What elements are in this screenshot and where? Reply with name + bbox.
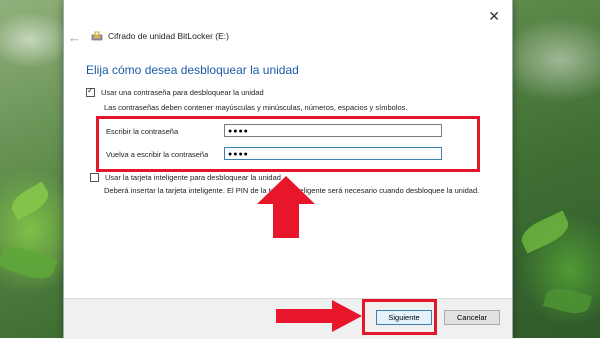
leaf-decoration <box>542 284 593 318</box>
close-icon[interactable]: ✕ <box>488 8 500 25</box>
smartcard-option[interactable]: Usar la tarjeta inteligente para desbloq… <box>90 173 281 182</box>
back-arrow-icon[interactable]: ← <box>68 30 81 45</box>
leaf-decoration <box>0 241 58 285</box>
leaf-decoration <box>7 181 53 221</box>
smartcard-checkbox[interactable] <box>90 173 99 182</box>
leaf-decoration <box>517 210 573 254</box>
bitlocker-drive-icon <box>91 31 103 41</box>
red-arrow-icon <box>257 176 315 238</box>
password-option[interactable]: Usar una contraseña para desbloquear la … <box>86 86 264 97</box>
red-arrow-icon <box>276 300 362 332</box>
bitlocker-dialog: ✕ ← Cifrado de unidad BitLocker (E:) Eli… <box>63 0 513 339</box>
page-heading: Elija cómo desea desbloquear la unidad <box>86 63 299 77</box>
window-title: Cifrado de unidad BitLocker (E:) <box>108 31 229 41</box>
password-requirements-text: Las contraseñas deben contener mayúscula… <box>104 103 408 112</box>
smartcard-option-label: Usar la tarjeta inteligente para desbloq… <box>105 173 281 182</box>
next-highlight-box <box>362 299 437 335</box>
password-option-label: Usar una contraseña para desbloquear la … <box>101 88 264 97</box>
cancel-button[interactable]: Cancelar <box>444 310 500 325</box>
title-bar: Cifrado de unidad BitLocker (E:) <box>91 31 229 41</box>
password-checkbox[interactable] <box>86 86 95 97</box>
password-highlight-box <box>96 116 480 172</box>
